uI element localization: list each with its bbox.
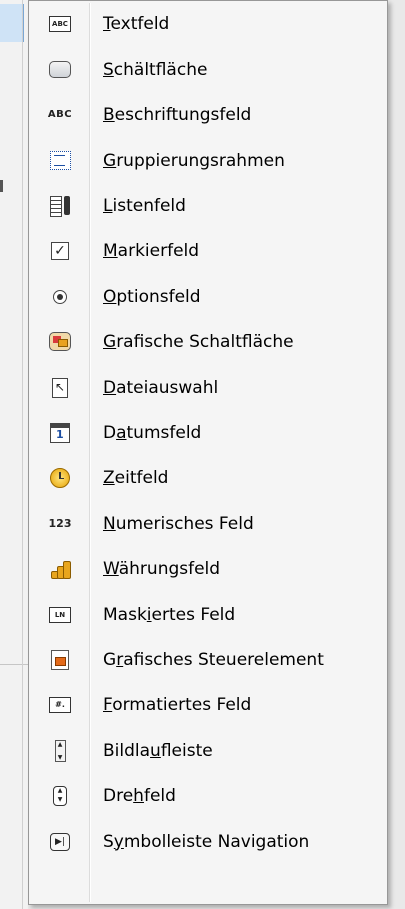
background-selection	[0, 4, 24, 42]
menu-item-label: Formatiertes Feld	[103, 694, 252, 715]
scrollbar-icon: ▲ ▼	[54, 739, 66, 762]
menu-item-maskiertes-feld[interactable]: LN Maskiertes Feld	[31, 592, 385, 637]
formatted-field-icon: #.	[49, 696, 71, 713]
navigation-bar-icon: ▶|	[50, 832, 70, 851]
option-button-icon	[53, 289, 67, 304]
menu-item-textfeld[interactable]: ABC Textfeld	[31, 1, 385, 46]
menu-item-label: Zeitfeld	[103, 467, 169, 488]
numeric-field-icon: 123	[48, 517, 72, 530]
group-box-icon	[49, 151, 71, 170]
menu-item-waehrungsfeld[interactable]: Währungsfeld	[31, 546, 385, 591]
time-field-icon	[50, 467, 70, 488]
menu-item-formatiertes-feld[interactable]: #. Formatiertes Feld	[31, 682, 385, 727]
image-control-icon	[51, 649, 69, 670]
menu-item-grafische-schaltflaeche[interactable]: Grafische Schaltfläche	[31, 319, 385, 364]
menu-item-numerisches-feld[interactable]: 123 Numerisches Feld	[31, 501, 385, 546]
menu-item-label: Maskiertes Feld	[103, 604, 236, 625]
menu-item-datumsfeld[interactable]: Datumsfeld	[31, 410, 385, 455]
menu-item-label: Symbolleiste Navigation	[103, 831, 310, 852]
menu-item-listenfeld[interactable]: Listenfeld	[31, 183, 385, 228]
image-button-icon	[49, 332, 71, 351]
menu-item-label: Listenfeld	[103, 195, 186, 216]
menu-item-label: Beschriftungsfeld	[103, 104, 252, 125]
menu-item-label: Grafische Schaltfläche	[103, 331, 294, 352]
menu-item-grafisches-steuerelement[interactable]: Grafisches Steuerelement	[31, 637, 385, 682]
currency-field-icon	[50, 559, 71, 579]
menu-item-label: Bildlaufleiste	[103, 740, 213, 761]
menu-item-label: Markierfeld	[103, 240, 200, 261]
menu-item-label: Numerisches Feld	[103, 513, 254, 534]
form-controls-menu: ABC Textfeld Schältfläche ABC Beschriftu…	[28, 0, 388, 905]
menu-item-label: Dateiauswahl	[103, 377, 219, 398]
menu-item-label: Grafisches Steuerelement	[103, 649, 324, 670]
menu-item-label: Datumsfeld	[103, 422, 202, 443]
date-field-icon	[50, 422, 70, 443]
menu-item-label: Gruppierungsrahmen	[103, 150, 285, 171]
menu-item-schaltflaeche[interactable]: Schältfläche	[31, 47, 385, 92]
menu-item-gruppierungsrahmen[interactable]: Gruppierungsrahmen	[31, 138, 385, 183]
background-tick	[0, 180, 3, 192]
background-window	[0, 0, 28, 909]
menu-item-label: Textfeld	[103, 13, 170, 34]
menu-item-symbolleiste-navigation[interactable]: ▶| Symbolleiste Navigation	[31, 819, 385, 864]
menu-item-label: Drehfeld	[103, 785, 176, 806]
checkbox-icon: ✓	[51, 241, 69, 260]
file-selection-icon	[52, 377, 68, 398]
menu-item-optionsfeld[interactable]: Optionsfeld	[31, 274, 385, 319]
menu-item-beschriftungsfeld[interactable]: ABC Beschriftungsfeld	[31, 92, 385, 137]
label-field-icon: ABC	[47, 109, 73, 120]
menu-item-dateiauswahl[interactable]: Dateiauswahl	[31, 365, 385, 410]
masked-field-icon: LN	[49, 606, 71, 623]
menu-item-zeitfeld[interactable]: Zeitfeld	[31, 455, 385, 500]
menu-item-label: Optionsfeld	[103, 286, 201, 307]
menu-item-markierfeld[interactable]: ✓ Markierfeld	[31, 228, 385, 273]
button-icon	[49, 61, 71, 78]
spin-button-icon: ▲ ▼	[53, 785, 67, 806]
textfield-icon: ABC	[49, 15, 71, 32]
menu-item-label: Schältfläche	[103, 59, 208, 80]
list-box-icon	[50, 195, 70, 217]
background-divider-vertical	[22, 0, 23, 909]
menu-item-bildlaufleiste[interactable]: ▲ ▼ Bildlaufleiste	[31, 728, 385, 773]
background-divider	[0, 664, 28, 665]
menu-item-drehfeld[interactable]: ▲ ▼ Drehfeld	[31, 773, 385, 818]
menu-item-label: Währungsfeld	[103, 558, 221, 579]
